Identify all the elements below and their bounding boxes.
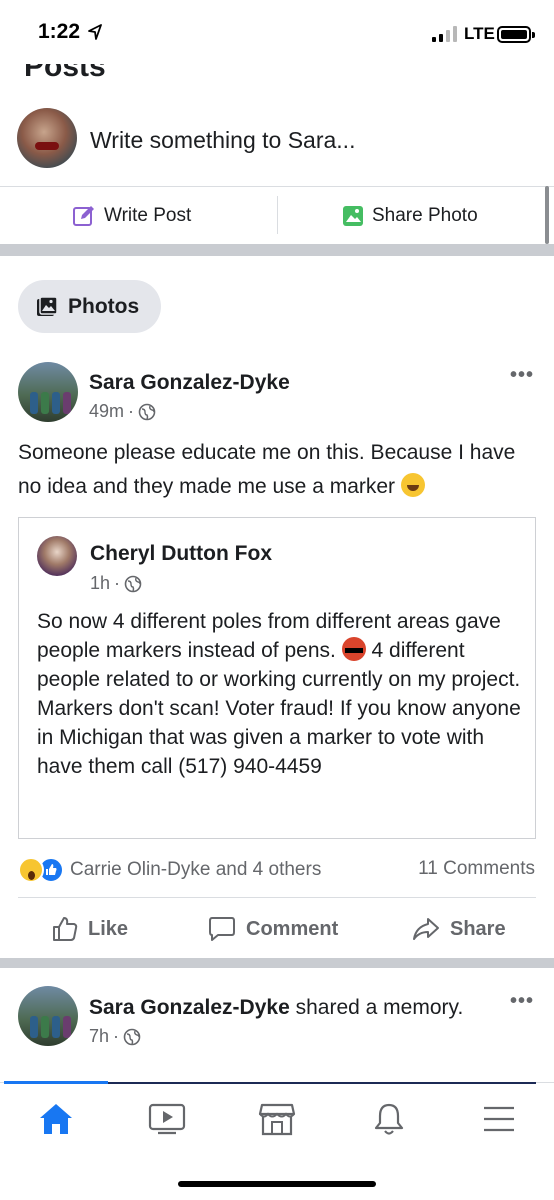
status-time: 1:22: [38, 20, 81, 43]
divider: [18, 897, 536, 898]
share-label: Share: [450, 917, 506, 940]
watch-tab[interactable]: [142, 1097, 192, 1141]
meta-separator: ·: [114, 573, 121, 593]
comments-count[interactable]: 11 Comments: [418, 858, 535, 880]
menu-tab[interactable]: [474, 1097, 524, 1141]
share-photo-button[interactable]: Share Photo: [342, 190, 478, 242]
menu-icon: [484, 1106, 514, 1132]
active-tab-indicator: [4, 1081, 108, 1084]
comment-label: Comment: [246, 917, 339, 940]
divider: [277, 196, 278, 234]
share-photo-label: Share Photo: [372, 205, 478, 226]
meta-separator: ·: [113, 1026, 120, 1046]
home-icon: [40, 1104, 72, 1134]
like-button[interactable]: Like: [52, 900, 128, 958]
edit-icon: [73, 206, 94, 226]
photos-label: Photos: [68, 294, 140, 318]
shared-meta: 1h ·: [90, 573, 142, 594]
home-indicator[interactable]: [178, 1181, 376, 1187]
shared-post[interactable]: Cheryl Dutton Fox 1h · So now 4 differen…: [18, 517, 536, 839]
author-avatar[interactable]: [18, 986, 78, 1046]
photo-icon: [343, 206, 363, 226]
reactors-text: Carrie Olin-Dyke and 4 others: [70, 859, 322, 880]
post-body: Someone please educate me on this. Becau…: [18, 441, 516, 498]
angry-emoji-icon: [341, 637, 366, 661]
globe-icon: [123, 1028, 141, 1045]
wow-reaction-icon: [18, 857, 44, 883]
signal-strength-icon: [432, 26, 457, 42]
divider: [0, 186, 554, 187]
laughing-emoji-icon: [400, 473, 425, 497]
location-arrow-icon: [88, 24, 102, 40]
more-options-icon[interactable]: •••: [510, 990, 534, 1013]
section-separator: [0, 958, 554, 968]
author-avatar[interactable]: [18, 362, 78, 422]
share-button[interactable]: Share: [412, 900, 506, 958]
comment-button[interactable]: Comment: [208, 900, 338, 958]
section-separator: [0, 244, 554, 256]
comment-icon: [209, 917, 235, 941]
notifications-tab[interactable]: [364, 1097, 414, 1141]
post-header: Sara Gonzalez-Dyke shared a memory.: [89, 996, 463, 1020]
reactions-summary[interactable]: Carrie Olin-Dyke and 4 others: [18, 856, 321, 884]
post-text: Someone please educate me on this. Becau…: [18, 436, 528, 504]
post-timestamp[interactable]: 49m: [89, 401, 124, 422]
marketplace-icon: [258, 1103, 296, 1136]
shared-text: So now 4 different poles from different …: [37, 607, 527, 781]
more-options-icon[interactable]: •••: [510, 364, 534, 387]
shared-author-avatar[interactable]: [37, 536, 77, 576]
battery-icon: [497, 26, 535, 43]
share-icon: [413, 918, 439, 940]
like-label: Like: [88, 917, 129, 940]
composer-input[interactable]: Write something to Sara...: [90, 127, 355, 154]
meta-separator: ·: [128, 401, 135, 421]
watch-icon: [148, 1103, 186, 1135]
write-post-button[interactable]: Write Post: [72, 190, 191, 242]
network-label: LTE: [464, 24, 495, 43]
photos-button[interactable]: Photos: [18, 280, 161, 333]
status-bar: 1:22 LTE: [0, 0, 554, 64]
like-icon: [53, 917, 78, 941]
profile-avatar[interactable]: [17, 108, 77, 168]
shared-timestamp[interactable]: 1h: [90, 573, 110, 594]
home-tab[interactable]: [31, 1097, 81, 1141]
post-timestamp[interactable]: 7h: [89, 1026, 109, 1047]
marketplace-tab[interactable]: [252, 1097, 302, 1141]
write-post-label: Write Post: [104, 205, 192, 226]
post-author-name[interactable]: Sara Gonzalez-Dyke: [89, 996, 290, 1019]
photos-icon: [37, 295, 58, 316]
post-author-name[interactable]: Sara Gonzalez-Dyke: [89, 371, 290, 395]
shared-author-name[interactable]: Cheryl Dutton Fox: [90, 542, 272, 566]
scrollbar[interactable]: [545, 186, 549, 244]
post-actions: Like Comment Share: [0, 900, 554, 958]
progress-bar: [108, 1082, 536, 1084]
post-action-text: shared a memory.: [295, 996, 464, 1019]
post-meta: 49m ·: [89, 401, 156, 422]
bottom-navigation: [0, 1081, 554, 1200]
globe-icon: [138, 403, 156, 420]
globe-icon: [124, 575, 142, 592]
post-meta: 7h ·: [89, 1026, 141, 1047]
notifications-icon: [374, 1103, 404, 1135]
